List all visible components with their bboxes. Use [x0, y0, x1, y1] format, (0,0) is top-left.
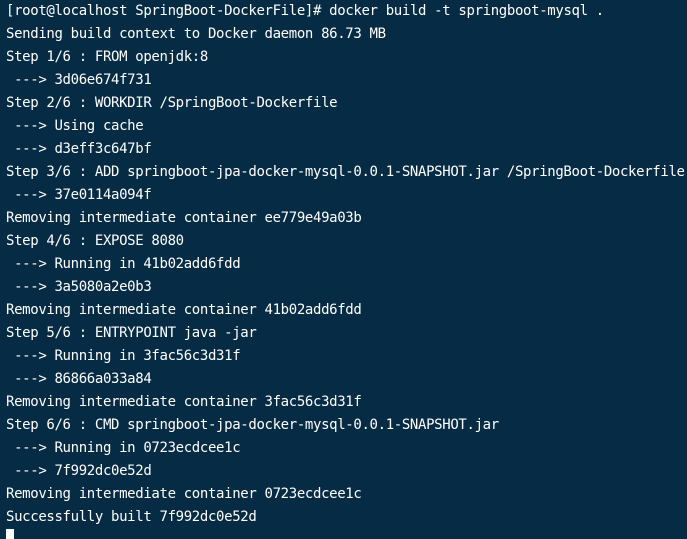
output-line: Removing intermediate container ee779e49…: [6, 210, 362, 226]
output-line: ---> Running in 0723ecdcee1c: [6, 440, 241, 456]
output-line: ---> Running in 3fac56c3d31f: [6, 348, 241, 364]
terminal-output: [root@localhost SpringBoot-DockerFile]# …: [6, 0, 687, 539]
cursor-line: [6, 529, 687, 539]
output-line: Step 3/6 : ADD springboot-jpa-docker-mys…: [6, 164, 685, 180]
terminal-cursor: [6, 529, 14, 539]
output-line: ---> Using cache: [6, 118, 144, 134]
output-line: ---> Running in 41b02add6fdd: [6, 256, 241, 272]
output-line: ---> 7f992dc0e52d: [6, 463, 152, 479]
output-line: ---> 86866a033a84: [6, 371, 152, 387]
output-line: Step 5/6 : ENTRYPOINT java -jar: [6, 325, 257, 341]
output-line: Removing intermediate container 3fac56c3…: [6, 394, 362, 410]
output-line: ---> 37e0114a094f: [6, 187, 152, 203]
output-line: Removing intermediate container 41b02add…: [6, 302, 362, 318]
output-line: Removing intermediate container 0723ecdc…: [6, 486, 362, 502]
output-line: Step 4/6 : EXPOSE 8080: [6, 233, 184, 249]
output-line: ---> 3d06e674f731: [6, 72, 152, 88]
output-line: Sending build context to Docker daemon 8…: [6, 26, 386, 42]
shell-prompt: [root@localhost SpringBoot-DockerFile]#: [6, 3, 330, 19]
output-line: ---> d3eff3c647bf: [6, 141, 152, 157]
output-line: ---> 3a5080a2e0b3: [6, 279, 152, 295]
output-line: Step 6/6 : CMD springboot-jpa-docker-mys…: [6, 417, 499, 433]
terminal-window[interactable]: [root@localhost SpringBoot-DockerFile]# …: [0, 0, 687, 539]
command-line: [root@localhost SpringBoot-DockerFile]# …: [6, 0, 687, 23]
output-line: Step 1/6 : FROM openjdk:8: [6, 49, 208, 65]
output-line: Step 2/6 : WORKDIR /SpringBoot-Dockerfil…: [6, 95, 338, 111]
output-line: Successfully built 7f992dc0e52d: [6, 509, 257, 525]
entered-command: docker build -t springboot-mysql .: [329, 3, 604, 19]
